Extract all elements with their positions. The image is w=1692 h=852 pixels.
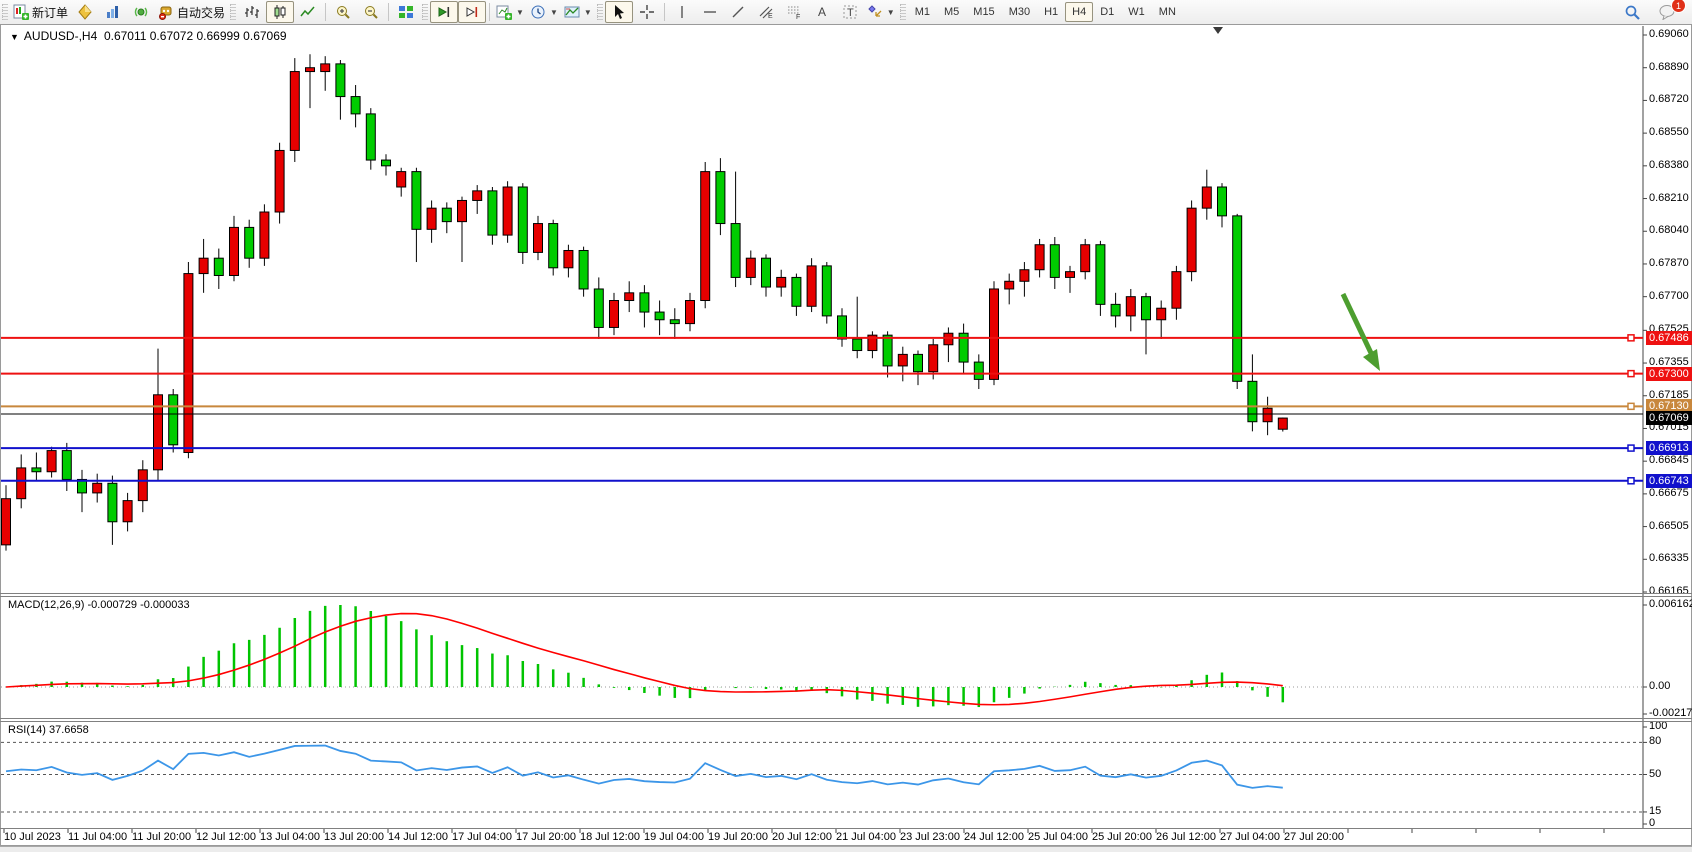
chart-shift-marker[interactable] xyxy=(1213,27,1223,34)
ohlc-values: 0.67011 0.67072 0.66999 0.67069 xyxy=(104,29,287,43)
collapse-triangle-icon: ▼ xyxy=(10,32,19,42)
chart-symbol-title: ▼ AUDUSD-,H4 0.67011 0.67072 0.66999 0.67… xyxy=(10,29,287,43)
rsi-label: RSI(14) 37.6658 xyxy=(8,724,89,736)
axis-separator xyxy=(0,828,1692,829)
pane-separator[interactable] xyxy=(0,718,1692,719)
hline-tag-0.66743[interactable]: 0.66743 xyxy=(1646,474,1692,488)
chart-canvas[interactable] xyxy=(0,0,1692,852)
pane-separator xyxy=(0,721,1692,722)
hline-tag-0.66913[interactable]: 0.66913 xyxy=(1646,441,1692,455)
symbol-label: AUDUSD-,H4 xyxy=(24,29,97,43)
hline-tag-0.67486[interactable]: 0.67486 xyxy=(1646,331,1692,345)
hline-tag-0.67300[interactable]: 0.67300 xyxy=(1646,367,1692,381)
pane-separator[interactable] xyxy=(0,593,1692,594)
mt4-terminal: 新订单 自动交易 xyxy=(0,0,1692,852)
hline-tag-0.67069[interactable]: 0.67069 xyxy=(1646,411,1692,425)
pane-separator xyxy=(0,596,1692,597)
macd-label: MACD(12,26,9) -0.000729 -0.000033 xyxy=(8,599,190,611)
